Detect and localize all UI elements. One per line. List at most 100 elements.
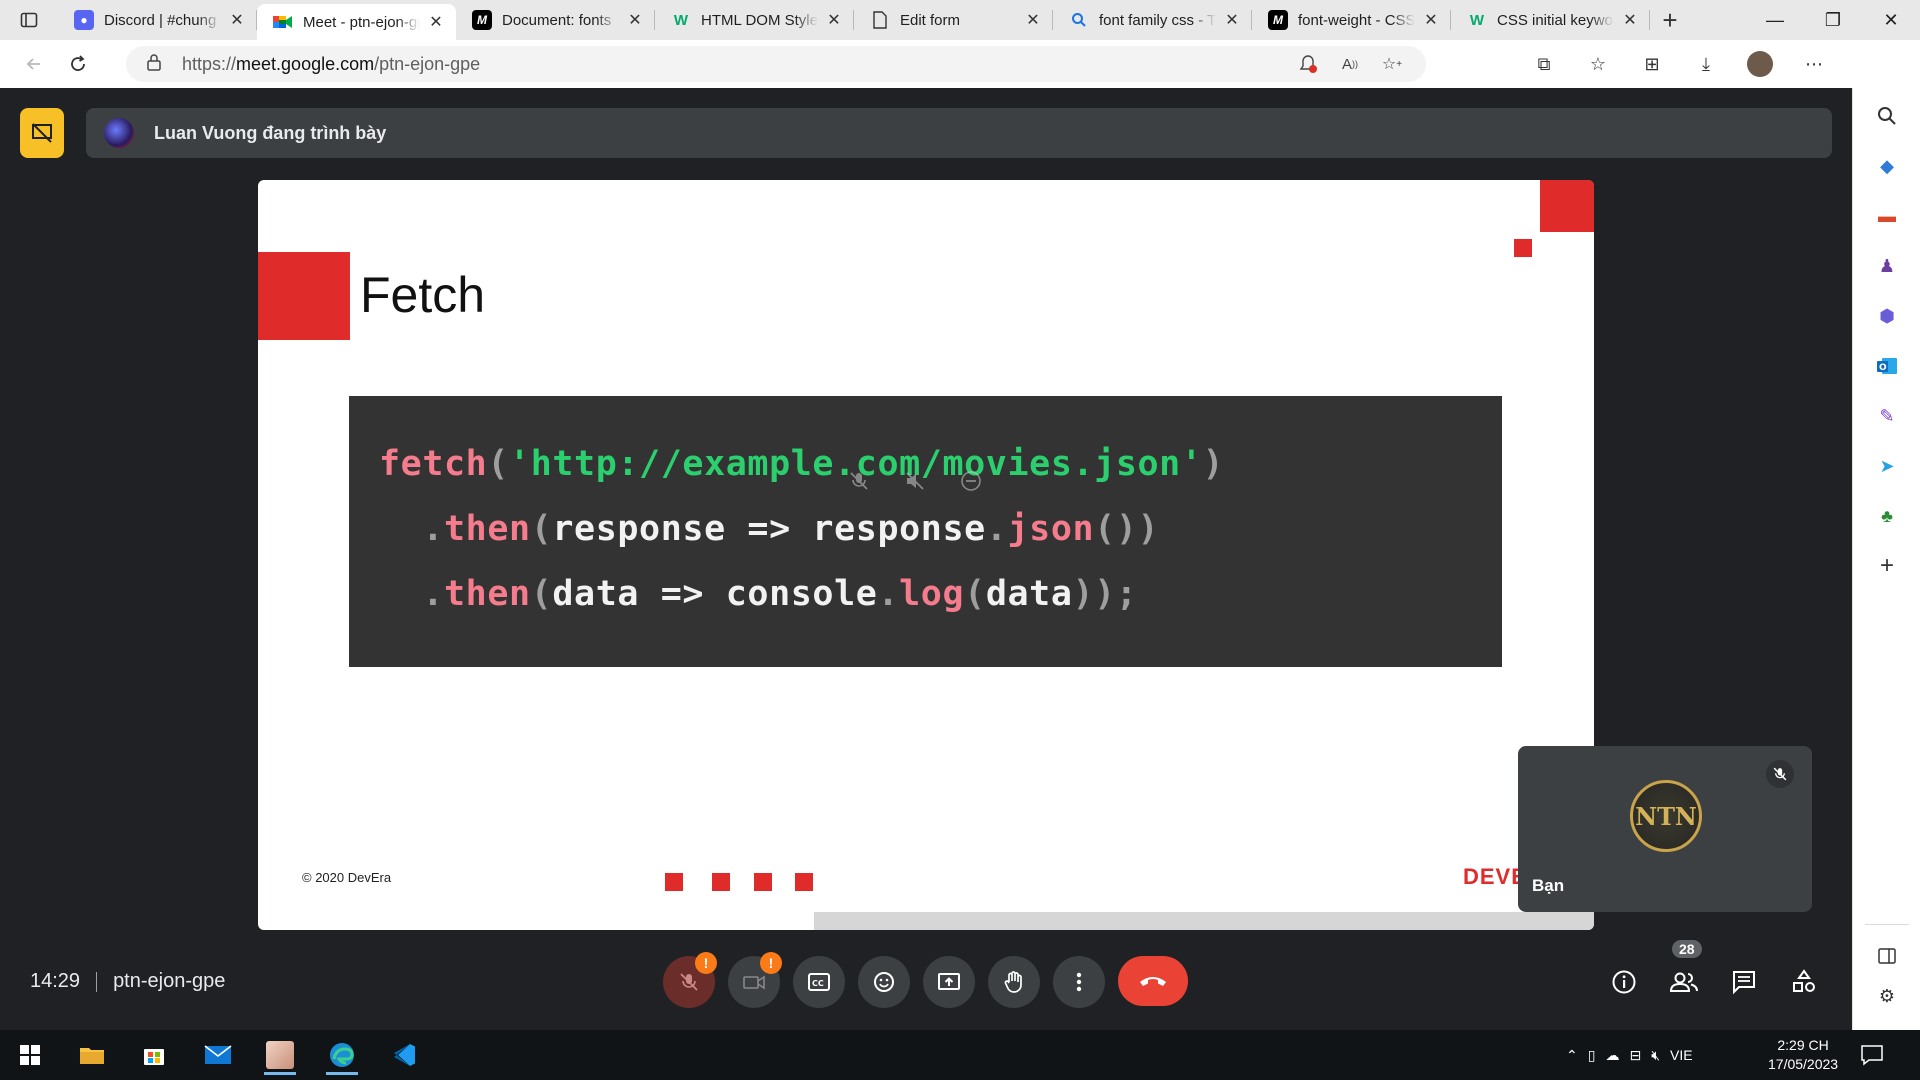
mail-icon[interactable]	[194, 1035, 242, 1075]
tab-mdn-fonts[interactable]: M Document: fonts ✕	[456, 0, 655, 40]
code-line-2: .then(response => response.json())	[422, 509, 1160, 549]
favorites-icon[interactable]: ☆	[1574, 46, 1622, 82]
arrow-left-icon	[26, 58, 40, 70]
profile-avatar[interactable]	[1736, 46, 1784, 82]
outlook-icon[interactable]: O	[1871, 350, 1903, 382]
leave-call-button[interactable]	[1118, 956, 1188, 1006]
discord-icon: ●	[74, 10, 94, 30]
camera-button[interactable]: !	[728, 952, 782, 1008]
shared-slide: Fetch fetch('http://example.com/movies.j…	[258, 180, 1594, 930]
lock-icon	[146, 53, 168, 76]
add-app-icon[interactable]: +	[1871, 550, 1903, 582]
activities-button[interactable]	[1784, 960, 1824, 1004]
address-bar[interactable]: https://meet.google.com/ptn-ejon-gpe A))…	[126, 46, 1426, 82]
send-icon[interactable]: ➤	[1871, 450, 1903, 482]
tab-w3-initial[interactable]: W CSS initial keywor ✕	[1451, 0, 1650, 40]
speaker-off-icon[interactable]	[902, 468, 928, 494]
reload-icon	[71, 55, 85, 71]
tab-strip: ● Discord | #chung ✕ Meet - ptn-ejon-gpe…	[0, 0, 1920, 40]
split-screen-icon[interactable]	[1871, 940, 1903, 972]
remove-icon[interactable]	[958, 468, 984, 494]
captions-button[interactable]: CC	[793, 956, 845, 1008]
participants-button[interactable]: 28	[1664, 940, 1704, 1004]
edge-browser-icon[interactable]	[318, 1035, 366, 1075]
close-tab-icon[interactable]: ✕	[1023, 10, 1043, 30]
slide-scrollbar[interactable]	[814, 912, 1594, 930]
battery-icon[interactable]: ▯	[1588, 1047, 1596, 1064]
photos-app-icon[interactable]	[256, 1035, 304, 1075]
drop-icon[interactable]: ✎	[1871, 400, 1903, 432]
reactions-button[interactable]	[858, 956, 910, 1008]
meeting-info-button[interactable]	[1604, 960, 1644, 1004]
slide-footer: © 2020 DevEra	[302, 870, 392, 885]
read-aloud-icon[interactable]: A))	[1336, 50, 1364, 78]
windows-logo-icon	[20, 1045, 40, 1065]
clock-date: 17/05/2023	[1768, 1056, 1839, 1072]
microphone-button[interactable]: !	[663, 952, 717, 1008]
slide-decoration	[258, 252, 350, 340]
tracking-blocked-icon[interactable]	[1294, 50, 1322, 78]
reload-button[interactable]	[56, 46, 100, 82]
downloads-icon[interactable]: ⤓	[1682, 46, 1730, 82]
onedrive-cloud-icon[interactable]: ☁	[1605, 1047, 1619, 1064]
language-indicator[interactable]: VIE	[1670, 1047, 1693, 1063]
notification-center-icon[interactable]	[1860, 1043, 1884, 1067]
volume-muted-icon[interactable]: 🔇︎	[1651, 1047, 1660, 1064]
close-tab-icon[interactable]: ✕	[1620, 10, 1640, 30]
settings-gear-icon[interactable]: ⚙	[1871, 980, 1903, 1012]
tab-discord[interactable]: ● Discord | #chung ✕	[58, 0, 257, 40]
back-button[interactable]	[12, 46, 56, 82]
presenter-banner: Luan Vuong đang trình bày	[86, 108, 1832, 158]
warning-badge: !	[760, 952, 782, 974]
search-icon[interactable]	[1871, 100, 1903, 132]
url-text: https://meet.google.com/ptn-ejon-gpe	[182, 53, 481, 74]
close-tab-icon[interactable]: ✕	[625, 10, 645, 30]
stop-presenting-badge[interactable]	[20, 108, 64, 158]
close-tab-icon[interactable]: ✕	[227, 10, 247, 30]
microsoft-store-icon[interactable]	[130, 1035, 178, 1075]
close-tab-icon[interactable]: ✕	[824, 10, 844, 30]
shopping-tag-icon[interactable]: ◆	[1871, 150, 1903, 182]
tab-meet[interactable]: Meet - ptn-ejon-gpe ✕	[257, 4, 456, 40]
chat-button[interactable]	[1724, 960, 1764, 1004]
tab-edit-form[interactable]: Edit form ✕	[854, 0, 1053, 40]
code-line-3: .then(data => console.log(data));	[422, 574, 1138, 614]
tab-actions-button[interactable]	[0, 0, 58, 40]
close-tab-icon[interactable]: ✕	[426, 12, 446, 32]
new-tab-button[interactable]: +	[1650, 0, 1690, 40]
taskbar-clock[interactable]: 2:29 CH 17/05/2023	[1768, 1036, 1838, 1074]
microsoft-365-icon[interactable]: ⬢	[1871, 300, 1903, 332]
close-window-button[interactable]: ✕	[1862, 0, 1920, 40]
file-explorer-icon[interactable]	[68, 1035, 116, 1075]
captions-icon: CC	[808, 973, 830, 991]
start-button[interactable]	[6, 1035, 54, 1075]
self-video-tile[interactable]: NTN Bạn	[1518, 746, 1812, 912]
w3schools-icon: W	[673, 11, 689, 29]
raise-hand-button[interactable]	[988, 956, 1040, 1008]
mic-off-icon[interactable]	[846, 468, 872, 494]
present-screen-button[interactable]	[923, 956, 975, 1008]
more-options-icon[interactable]: ⋯	[1790, 46, 1838, 82]
mdn-icon: M	[472, 10, 492, 30]
tab-mdn-font-weight[interactable]: M font-weight - CSS ✕	[1252, 0, 1451, 40]
chevron-up-icon[interactable]: ⌃	[1566, 1047, 1578, 1064]
restore-button[interactable]: ❐	[1804, 0, 1862, 40]
tree-icon[interactable]: ♣	[1871, 500, 1903, 532]
window-controls: — ❐ ✕	[1746, 0, 1920, 40]
extensions-icon[interactable]: ⧉	[1520, 46, 1568, 82]
add-favorite-icon[interactable]: ☆ +	[1378, 50, 1406, 78]
close-tab-icon[interactable]: ✕	[1421, 10, 1441, 30]
collections-icon[interactable]: ⊞	[1628, 46, 1676, 82]
games-icon[interactable]: ♟	[1871, 250, 1903, 282]
vscode-icon[interactable]	[380, 1035, 428, 1075]
minimize-button[interactable]: —	[1746, 0, 1804, 40]
more-options-button[interactable]	[1053, 956, 1105, 1008]
tools-icon[interactable]: ▬	[1871, 200, 1903, 232]
tab-w3-dom-style[interactable]: W HTML DOM Style ✕	[655, 0, 854, 40]
network-icon[interactable]: ⊟	[1629, 1047, 1641, 1064]
divider	[96, 971, 98, 992]
tab-search-font-family[interactable]: font family css - T ✕	[1053, 0, 1252, 40]
call-controls: ! ! CC	[663, 952, 1188, 1008]
close-tab-icon[interactable]: ✕	[1222, 10, 1242, 30]
edge-sidebar: ◆ ▬ ♟ ⬢ O ✎ ➤ ♣ + ⚙	[1852, 88, 1920, 1030]
